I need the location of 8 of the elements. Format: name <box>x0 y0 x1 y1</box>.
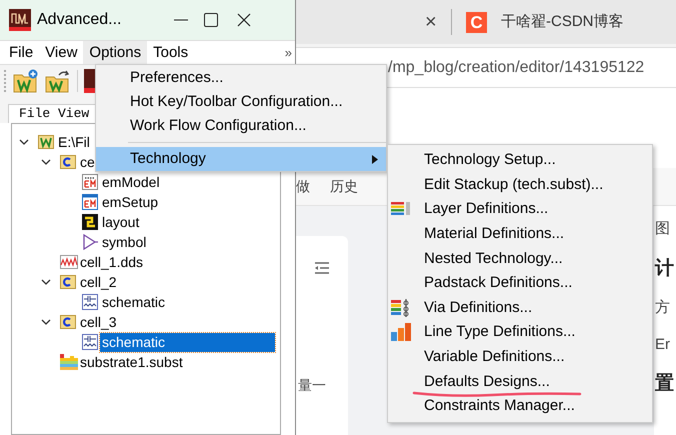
heading-text: 置 <box>655 372 675 396</box>
site-logo: C <box>466 12 487 32</box>
window-title: Advanced... <box>37 10 122 30</box>
body-text: 图 <box>655 219 671 239</box>
body-text: Er <box>655 334 671 354</box>
side-text: 量一 <box>297 376 326 395</box>
body-text: 方 <box>655 298 671 318</box>
heading-text: 计 <box>655 256 675 280</box>
